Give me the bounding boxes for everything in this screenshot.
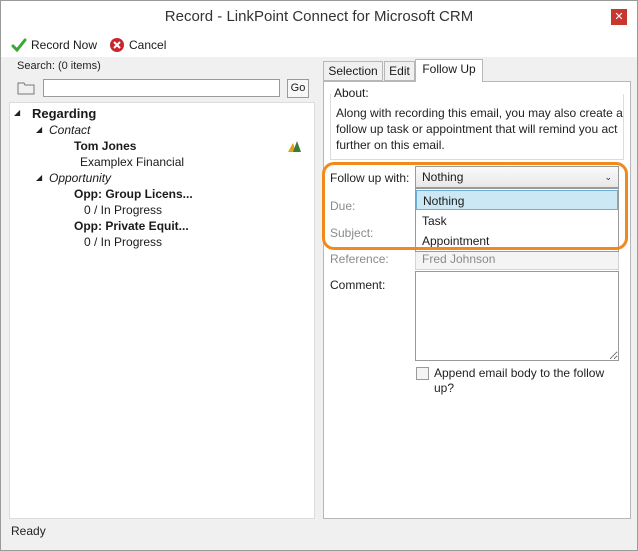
folder-icon[interactable] (17, 81, 35, 95)
chevron-down-icon: ⌄ (604, 172, 612, 182)
comment-field[interactable] (415, 271, 619, 361)
follow-up-dropdown: Nothing Task Appointment (415, 188, 619, 252)
search-label: Search: (0 items) (17, 60, 101, 72)
search-input[interactable] (43, 79, 280, 97)
tab-follow-up[interactable]: Follow Up (415, 59, 483, 82)
expand-icon[interactable]: ◢ (36, 173, 42, 182)
tree-node-opportunity[interactable]: Opportunity (49, 171, 111, 185)
left-pane: Search: (0 items) Go ◢ Regarding ◢ Conta… (7, 59, 317, 519)
follow-up-select-value: Nothing (422, 170, 464, 184)
expand-icon[interactable]: ◢ (14, 108, 20, 117)
follow-up-with-label: Follow up with: (330, 171, 410, 185)
tree-node-opp-1-status[interactable]: 0 / In Progress (84, 203, 162, 217)
tree-root-regarding[interactable]: Regarding (32, 106, 96, 121)
due-label: Due: (330, 199, 356, 213)
close-icon: ✕ (614, 11, 624, 23)
cancel-icon (110, 38, 124, 52)
toolbar: Record Now Cancel (1, 33, 637, 57)
tree-node-opp-1[interactable]: Opp: Group Licens... (74, 187, 193, 201)
tree-node-opp-2[interactable]: Opp: Private Equit... (74, 219, 189, 233)
record-now-button[interactable]: Record Now (11, 36, 97, 54)
about-text: Along with recording this email, you may… (336, 106, 623, 152)
title-bar: Record - LinkPoint Connect for Microsoft… (1, 1, 637, 33)
tree-node-company[interactable]: Examplex Financial (80, 155, 184, 169)
crm-icon (288, 141, 301, 152)
about-label: About: (334, 86, 369, 100)
subject-label: Subject: (330, 226, 374, 240)
option-task[interactable]: Task (416, 211, 618, 231)
window-title: Record - LinkPoint Connect for Microsoft… (164, 8, 474, 25)
go-button[interactable]: Go (287, 79, 309, 98)
tree-node-contact[interactable]: Contact (49, 123, 90, 137)
right-pane: Selection Edit Follow Up About: Along wi… (321, 59, 633, 519)
reference-label: Reference: (330, 252, 389, 266)
record-now-label: Record Now (31, 38, 98, 52)
follow-up-select[interactable]: Nothing ⌄ (415, 166, 619, 188)
comment-label: Comment: (330, 278, 386, 292)
status-bar: Ready (11, 524, 46, 538)
cancel-label: Cancel (129, 38, 167, 52)
append-email-label: Append email body to the follow up? (434, 366, 605, 395)
follow-up-panel: About: Along with recording this email, … (323, 81, 631, 519)
option-appointment[interactable]: Appointment (416, 231, 618, 251)
cancel-button[interactable]: Cancel (109, 36, 166, 54)
checkmark-icon (11, 38, 27, 53)
tab-selection[interactable]: Selection (323, 61, 383, 81)
append-email-checkbox[interactable] (416, 367, 429, 380)
tree-node-opp-2-status[interactable]: 0 / In Progress (84, 235, 162, 249)
tab-edit[interactable]: Edit (384, 61, 415, 81)
record-window: Record - LinkPoint Connect for Microsoft… (0, 0, 638, 551)
tree-node-tom-jones[interactable]: Tom Jones (74, 139, 136, 153)
expand-icon[interactable]: ◢ (36, 125, 42, 134)
regarding-tree: ◢ Regarding ◢ Contact Tom Jones Examplex… (9, 102, 315, 519)
reference-value: Fred Johnson (422, 252, 496, 266)
close-button[interactable]: ✕ (611, 9, 627, 25)
option-nothing[interactable]: Nothing (416, 190, 618, 210)
